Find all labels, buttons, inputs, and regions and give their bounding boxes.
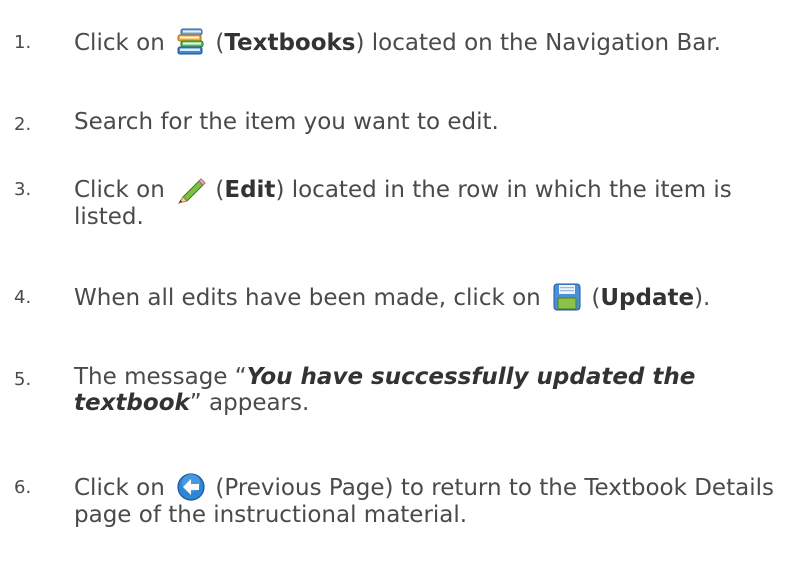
step-text: The message “You have successfully updat…: [74, 364, 696, 416]
textbooks-label: Textbooks: [224, 30, 356, 56]
instruction-steps: 1. Click on (Textbooks) located on the N…: [0, 0, 801, 564]
save-floppy-icon: [552, 282, 582, 312]
edit-label: Edit: [224, 177, 276, 203]
step-number: 6.: [14, 477, 32, 498]
step-text: Search for the item you want to edit.: [74, 109, 499, 135]
step-text: Click on (Edit) located in the row in wh…: [74, 174, 789, 230]
pencil-edit-icon: [176, 174, 206, 204]
update-label: Update: [600, 285, 695, 311]
step-number: 3.: [14, 179, 32, 200]
step-number: 1.: [14, 32, 32, 53]
step-text: Click on (Previous Page) to return to th…: [74, 472, 789, 528]
step-text: When all edits have been made, click on …: [74, 282, 789, 312]
step-number: 5.: [14, 369, 32, 390]
step-number: 2.: [14, 114, 32, 135]
textbooks-icon: [176, 27, 206, 57]
step-number: 4.: [14, 287, 32, 308]
previous-page-arrow-icon: [176, 472, 206, 502]
step-text: Click on (Textbooks) located on the Navi…: [74, 27, 789, 57]
